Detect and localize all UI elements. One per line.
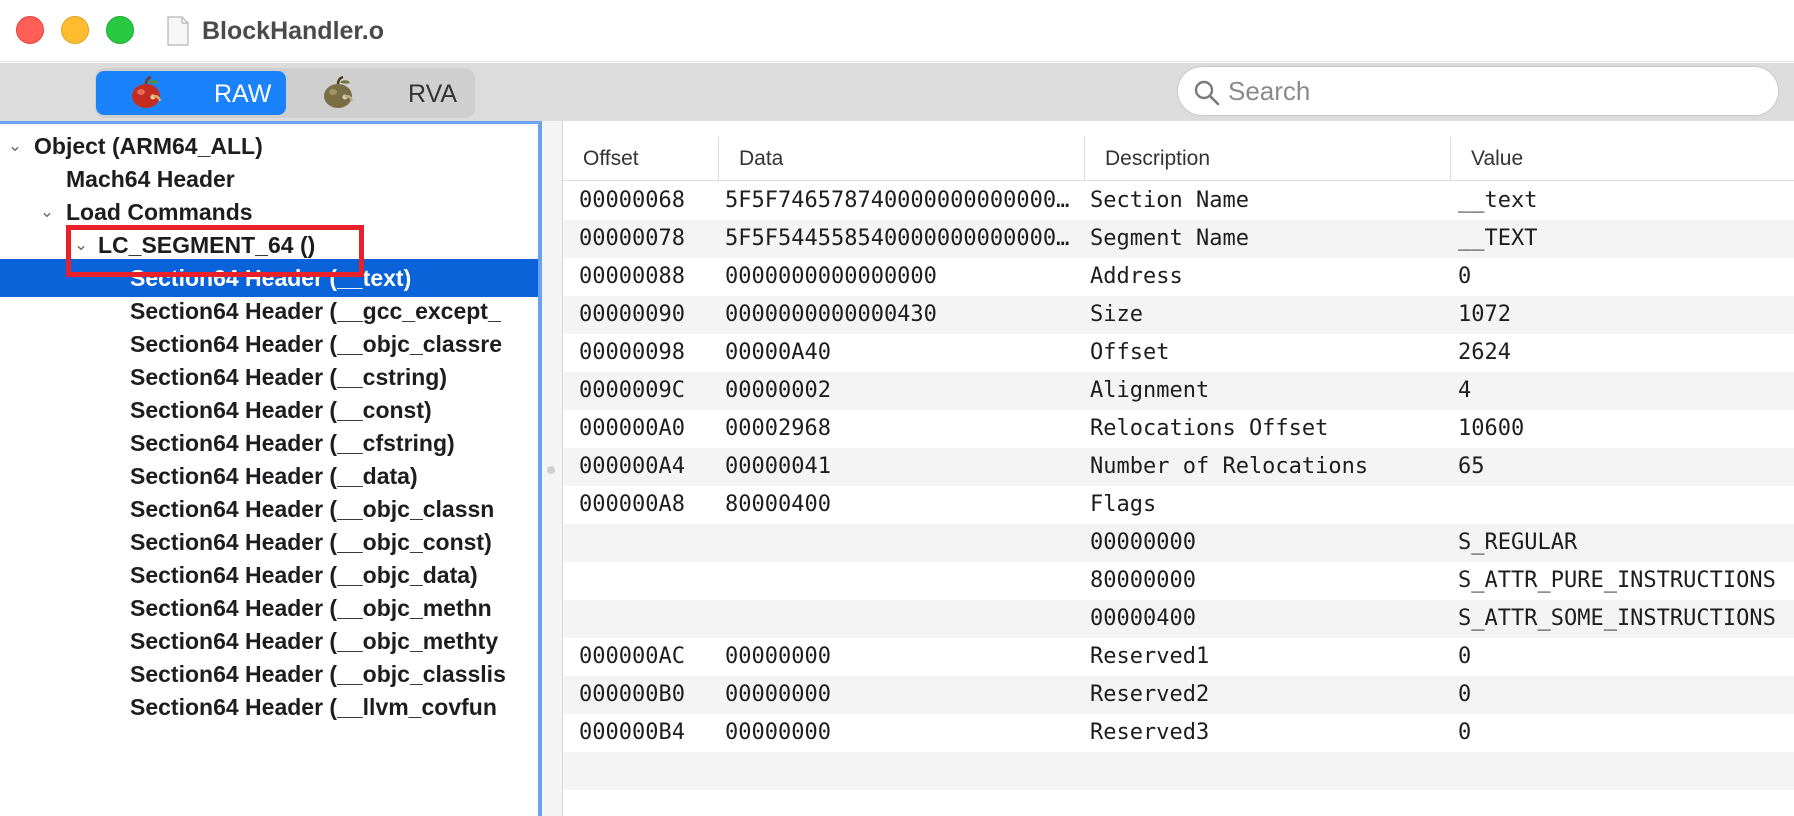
split-view-divider[interactable]: [542, 121, 562, 816]
apple-worm-icon: [132, 76, 162, 108]
table-row[interactable]: 0000009C 00000002 Alignment 4: [563, 372, 1794, 410]
table-header: Offset Data Description Value: [563, 137, 1794, 181]
outline-view[interactable]: ⌄ Object (ARM64_ALL) Mach64 Header ⌄ Loa…: [0, 121, 542, 816]
zoom-window-button[interactable]: [106, 16, 134, 44]
table-row[interactable]: 00000098 00000A40 Offset 2624: [563, 334, 1794, 372]
table-row-empty: [563, 752, 1794, 790]
table-row[interactable]: 00000400 S_ATTR_SOME_INSTRUCTIONS: [563, 600, 1794, 638]
rva-mode-label: RVA: [408, 80, 458, 108]
table-row[interactable]: 000000B0 00000000 Reserved2 0: [563, 676, 1794, 714]
document-icon: [167, 16, 189, 46]
tree-item-section[interactable]: Section64 Header (__llvm_covfun: [0, 688, 538, 726]
search-input[interactable]: [1228, 73, 1758, 109]
table-row[interactable]: 00000068 5F5F746578740000000000000000000…: [563, 182, 1794, 220]
table-row[interactable]: 00000090 0000000000000430 Size 1072: [563, 296, 1794, 334]
column-header-data[interactable]: Data: [718, 137, 1084, 181]
minimize-window-button[interactable]: [61, 16, 89, 44]
rva-mode-button[interactable]: RVA: [288, 71, 472, 115]
window-title: BlockHandler.o: [202, 17, 384, 45]
search-icon: [1194, 80, 1220, 106]
detail-table[interactable]: Offset Data Description Value 00000068 5…: [562, 121, 1794, 816]
table-row[interactable]: 000000A8 80000400 Flags: [563, 486, 1794, 524]
divider-grip[interactable]: [547, 466, 555, 474]
close-window-button[interactable]: [16, 16, 44, 44]
column-header-description[interactable]: Description: [1084, 137, 1450, 181]
table-row[interactable]: 00000088 0000000000000000 Address 0: [563, 258, 1794, 296]
column-header-value[interactable]: Value: [1450, 137, 1794, 181]
toolbar: RAW RVA: [0, 63, 1794, 121]
table-row[interactable]: 000000A4 00000041 Number of Relocations …: [563, 448, 1794, 486]
table-row[interactable]: 00000078 5F5F544558540000000000000000000…: [563, 220, 1794, 258]
column-header-offset[interactable]: Offset: [563, 137, 718, 181]
apple-worm-icon: [324, 76, 354, 108]
table-row[interactable]: 80000000 S_ATTR_PURE_INSTRUCTIONS: [563, 562, 1794, 600]
table-row[interactable]: 000000B4 00000000 Reserved3 0: [563, 714, 1794, 752]
title-bar: BlockHandler.o: [0, 0, 1794, 62]
table-row[interactable]: 00000000 S_REGULAR: [563, 524, 1794, 562]
table-row[interactable]: 000000A0 00002968 Relocations Offset 106…: [563, 410, 1794, 448]
search-field[interactable]: [1177, 66, 1779, 116]
raw-mode-label: RAW: [214, 80, 272, 108]
address-mode-segmented-control: RAW RVA: [95, 68, 475, 118]
raw-mode-button[interactable]: RAW: [96, 71, 286, 115]
table-row[interactable]: 000000AC 00000000 Reserved1 0: [563, 638, 1794, 676]
